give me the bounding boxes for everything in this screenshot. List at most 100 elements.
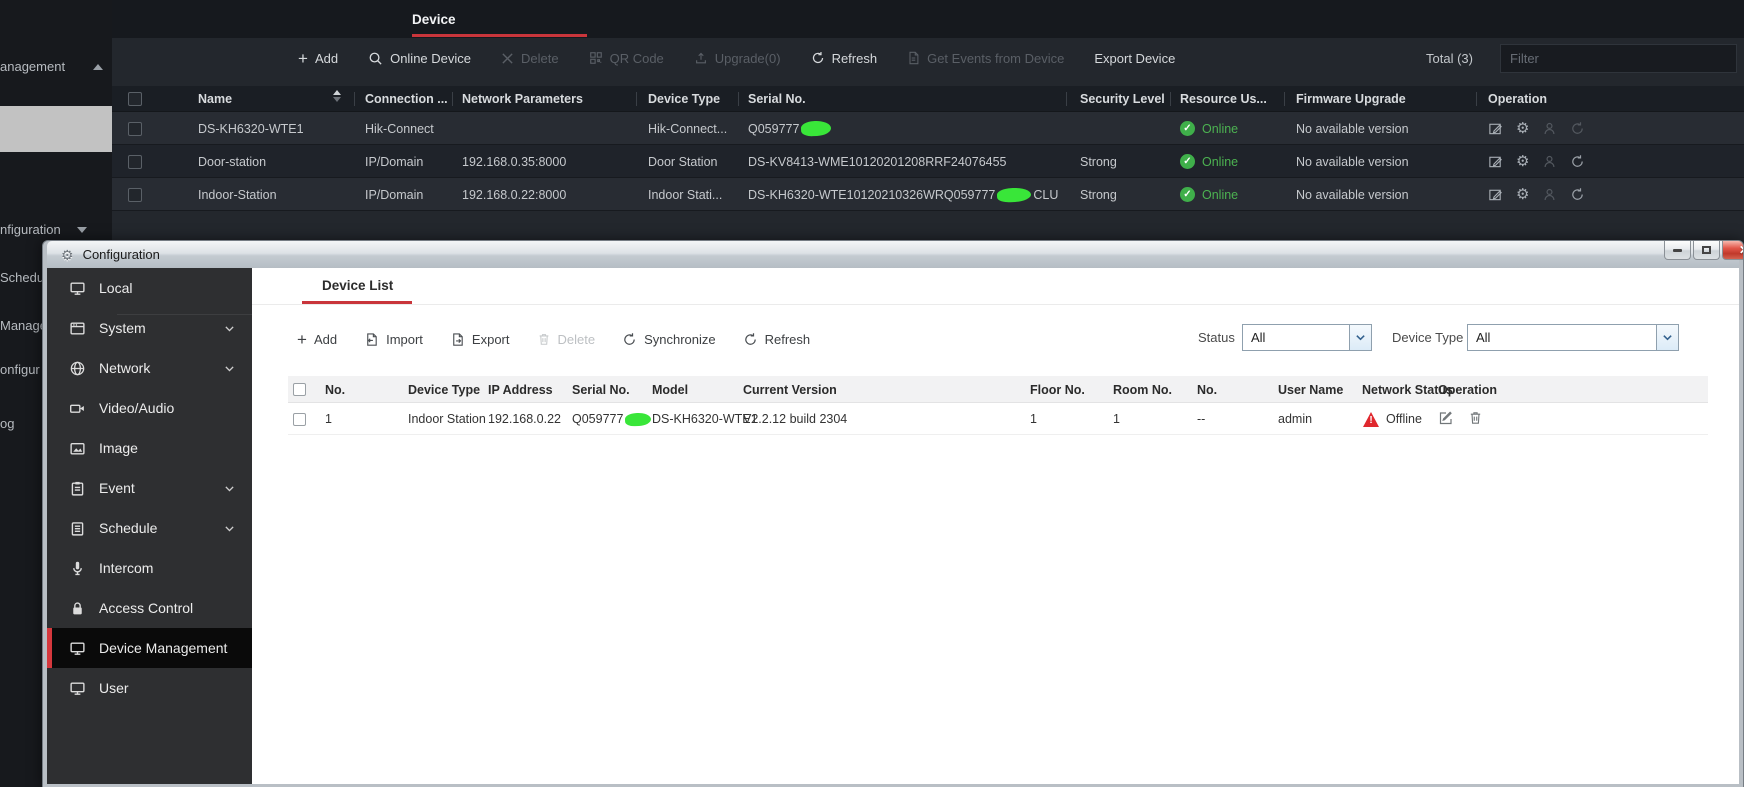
sidebar-selected-item[interactable] — [0, 106, 112, 152]
sidebar-item-image[interactable]: Image — [47, 428, 252, 468]
cell-device-type: Indoor Stati... — [648, 178, 722, 211]
upgrade-button[interactable]: Upgrade(0) — [694, 51, 781, 66]
sort-icons[interactable] — [333, 90, 341, 102]
sidebar-item-log[interactable]: og — [0, 415, 44, 432]
row-checkbox[interactable] — [128, 155, 142, 169]
status-select[interactable]: All — [1242, 324, 1372, 351]
sidebar-item-device-management[interactable]: Device Management — [47, 628, 252, 668]
sidebar-item-schedule[interactable]: Schedule — [47, 508, 252, 548]
delete-device-button[interactable]: Delete — [501, 51, 559, 66]
config-main: Device List + Add Import Export — [252, 268, 1739, 784]
refresh-icon — [811, 51, 825, 65]
add-device-button[interactable]: + Add — [298, 50, 338, 67]
trash-icon[interactable] — [1468, 410, 1483, 428]
divider — [1476, 92, 1477, 106]
row-checkbox[interactable] — [128, 122, 142, 136]
sidebar-item-label: User — [99, 680, 129, 696]
chevron-down-icon — [77, 227, 87, 233]
sidebar-item-network[interactable]: Network — [47, 348, 252, 388]
sidebar-item-configurations[interactable]: onfigur — [0, 361, 44, 378]
monitor-icon — [69, 640, 86, 657]
sidebar-item-management[interactable]: anagement — [0, 58, 112, 75]
sidebar-item-label: Schedul — [0, 270, 44, 285]
warning-icon: ! — [1362, 412, 1380, 427]
col-device-type[interactable]: Device Type — [648, 86, 720, 112]
sidebar-item-intercom[interactable]: Intercom — [47, 548, 252, 588]
upgrade-label: Upgrade(0) — [715, 51, 781, 66]
user-icon[interactable] — [1542, 154, 1557, 169]
sidebar-item-access-control[interactable]: Access Control — [47, 588, 252, 628]
table-row[interactable]: Door-station IP/Domain 192.168.0.35:8000… — [112, 145, 1744, 178]
config-sidebar: Local System Network Video/Audio — [47, 268, 252, 784]
chevron-down-icon — [1662, 332, 1673, 343]
device-type-select[interactable]: All — [1467, 324, 1679, 351]
sidebar-item-user[interactable]: User — [47, 668, 252, 708]
col-connection[interactable]: Connection ... — [365, 86, 448, 112]
window-icon — [69, 320, 86, 337]
gear-icon[interactable]: ⚙ — [1516, 121, 1529, 136]
minimize-icon — [1673, 249, 1682, 252]
table-row[interactable]: Indoor-Station IP/Domain 192.168.0.22:80… — [112, 178, 1744, 211]
tab-device[interactable]: Device — [412, 0, 456, 38]
col-network-parameters[interactable]: Network Parameters — [462, 86, 583, 112]
sidebar-item-manage[interactable]: Manage — [0, 317, 44, 334]
sidebar-item-label: Intercom — [99, 560, 153, 576]
gear-icon[interactable]: ⚙ — [1516, 187, 1529, 202]
tab-device-list[interactable]: Device List — [322, 278, 393, 293]
sidebar-item-label: Local — [99, 280, 132, 296]
filter-input[interactable] — [1500, 44, 1737, 73]
refresh-button[interactable]: Refresh — [811, 51, 878, 66]
col-security-level[interactable]: Security Level — [1080, 86, 1165, 112]
device-list-row[interactable]: 1 Indoor Station 192.168.0.22 Q059777 DS… — [288, 403, 1708, 435]
gear-icon[interactable]: ⚙ — [1516, 154, 1529, 169]
cell-device-type: Hik-Connect... — [648, 112, 727, 145]
col-firmware-upgrade[interactable]: Firmware Upgrade — [1296, 86, 1406, 112]
row-checkbox[interactable] — [293, 413, 306, 426]
cell-name: Indoor-Station — [198, 178, 277, 211]
cell-room: 1 — [1113, 403, 1120, 435]
sidebar-item-event[interactable]: Event — [47, 468, 252, 508]
col-resource-usage[interactable]: Resource Us... — [1180, 86, 1267, 112]
checkbox[interactable] — [128, 92, 142, 106]
edit-icon[interactable] — [1488, 121, 1503, 136]
sidebar-item-configuration[interactable]: nfiguration — [0, 221, 112, 238]
cell-security: Strong — [1080, 145, 1117, 178]
select-all-checkbox[interactable] — [128, 86, 142, 112]
qr-code-button[interactable]: QR Code — [589, 51, 664, 66]
sidebar-item-label: nfiguration — [0, 222, 61, 237]
select-all-checkbox[interactable] — [293, 383, 306, 396]
maximize-button[interactable] — [1693, 241, 1720, 260]
sidebar-item-system[interactable]: System — [47, 308, 252, 348]
divider — [452, 92, 453, 106]
user-icon[interactable] — [1542, 121, 1557, 136]
cell-name: DS-KH6320-WTE1 — [198, 112, 304, 145]
window-titlebar[interactable]: ⚙ Configuration ✕ — [47, 241, 1739, 268]
user-icon[interactable] — [1542, 187, 1557, 202]
sync-icon[interactable] — [1570, 187, 1585, 202]
status-badge: ✓Online — [1180, 121, 1238, 136]
censor-blob — [997, 187, 1032, 203]
col-name[interactable]: Name — [198, 86, 232, 112]
combo-button[interactable] — [1349, 325, 1371, 350]
combo-button[interactable] — [1656, 325, 1678, 350]
row-checkbox[interactable] — [128, 188, 142, 202]
edit-icon[interactable] — [1488, 187, 1503, 202]
upload-icon — [694, 51, 708, 65]
table-row[interactable]: DS-KH6320-WTE1 Hik-Connect Hik-Connect..… — [112, 112, 1744, 145]
sidebar-item-schedule[interactable]: Schedul — [0, 269, 44, 286]
close-button[interactable]: ✕ — [1722, 241, 1744, 260]
col-operation: Operation — [1488, 86, 1547, 112]
online-device-button[interactable]: Online Device — [368, 51, 471, 66]
globe-icon — [69, 360, 86, 377]
sync-icon[interactable] — [1570, 121, 1585, 136]
edit-icon[interactable] — [1438, 410, 1454, 429]
edit-icon[interactable] — [1488, 154, 1503, 169]
sidebar-item-video-audio[interactable]: Video/Audio — [47, 388, 252, 428]
get-events-button[interactable]: Get Events from Device — [907, 51, 1064, 66]
sync-icon[interactable] — [1570, 154, 1585, 169]
censor-blob — [801, 120, 832, 137]
minimize-button[interactable] — [1664, 241, 1691, 260]
sidebar-item-local[interactable]: Local — [47, 268, 252, 308]
export-device-button[interactable]: Export Device — [1094, 51, 1175, 66]
col-serial[interactable]: Serial No. — [748, 86, 806, 112]
